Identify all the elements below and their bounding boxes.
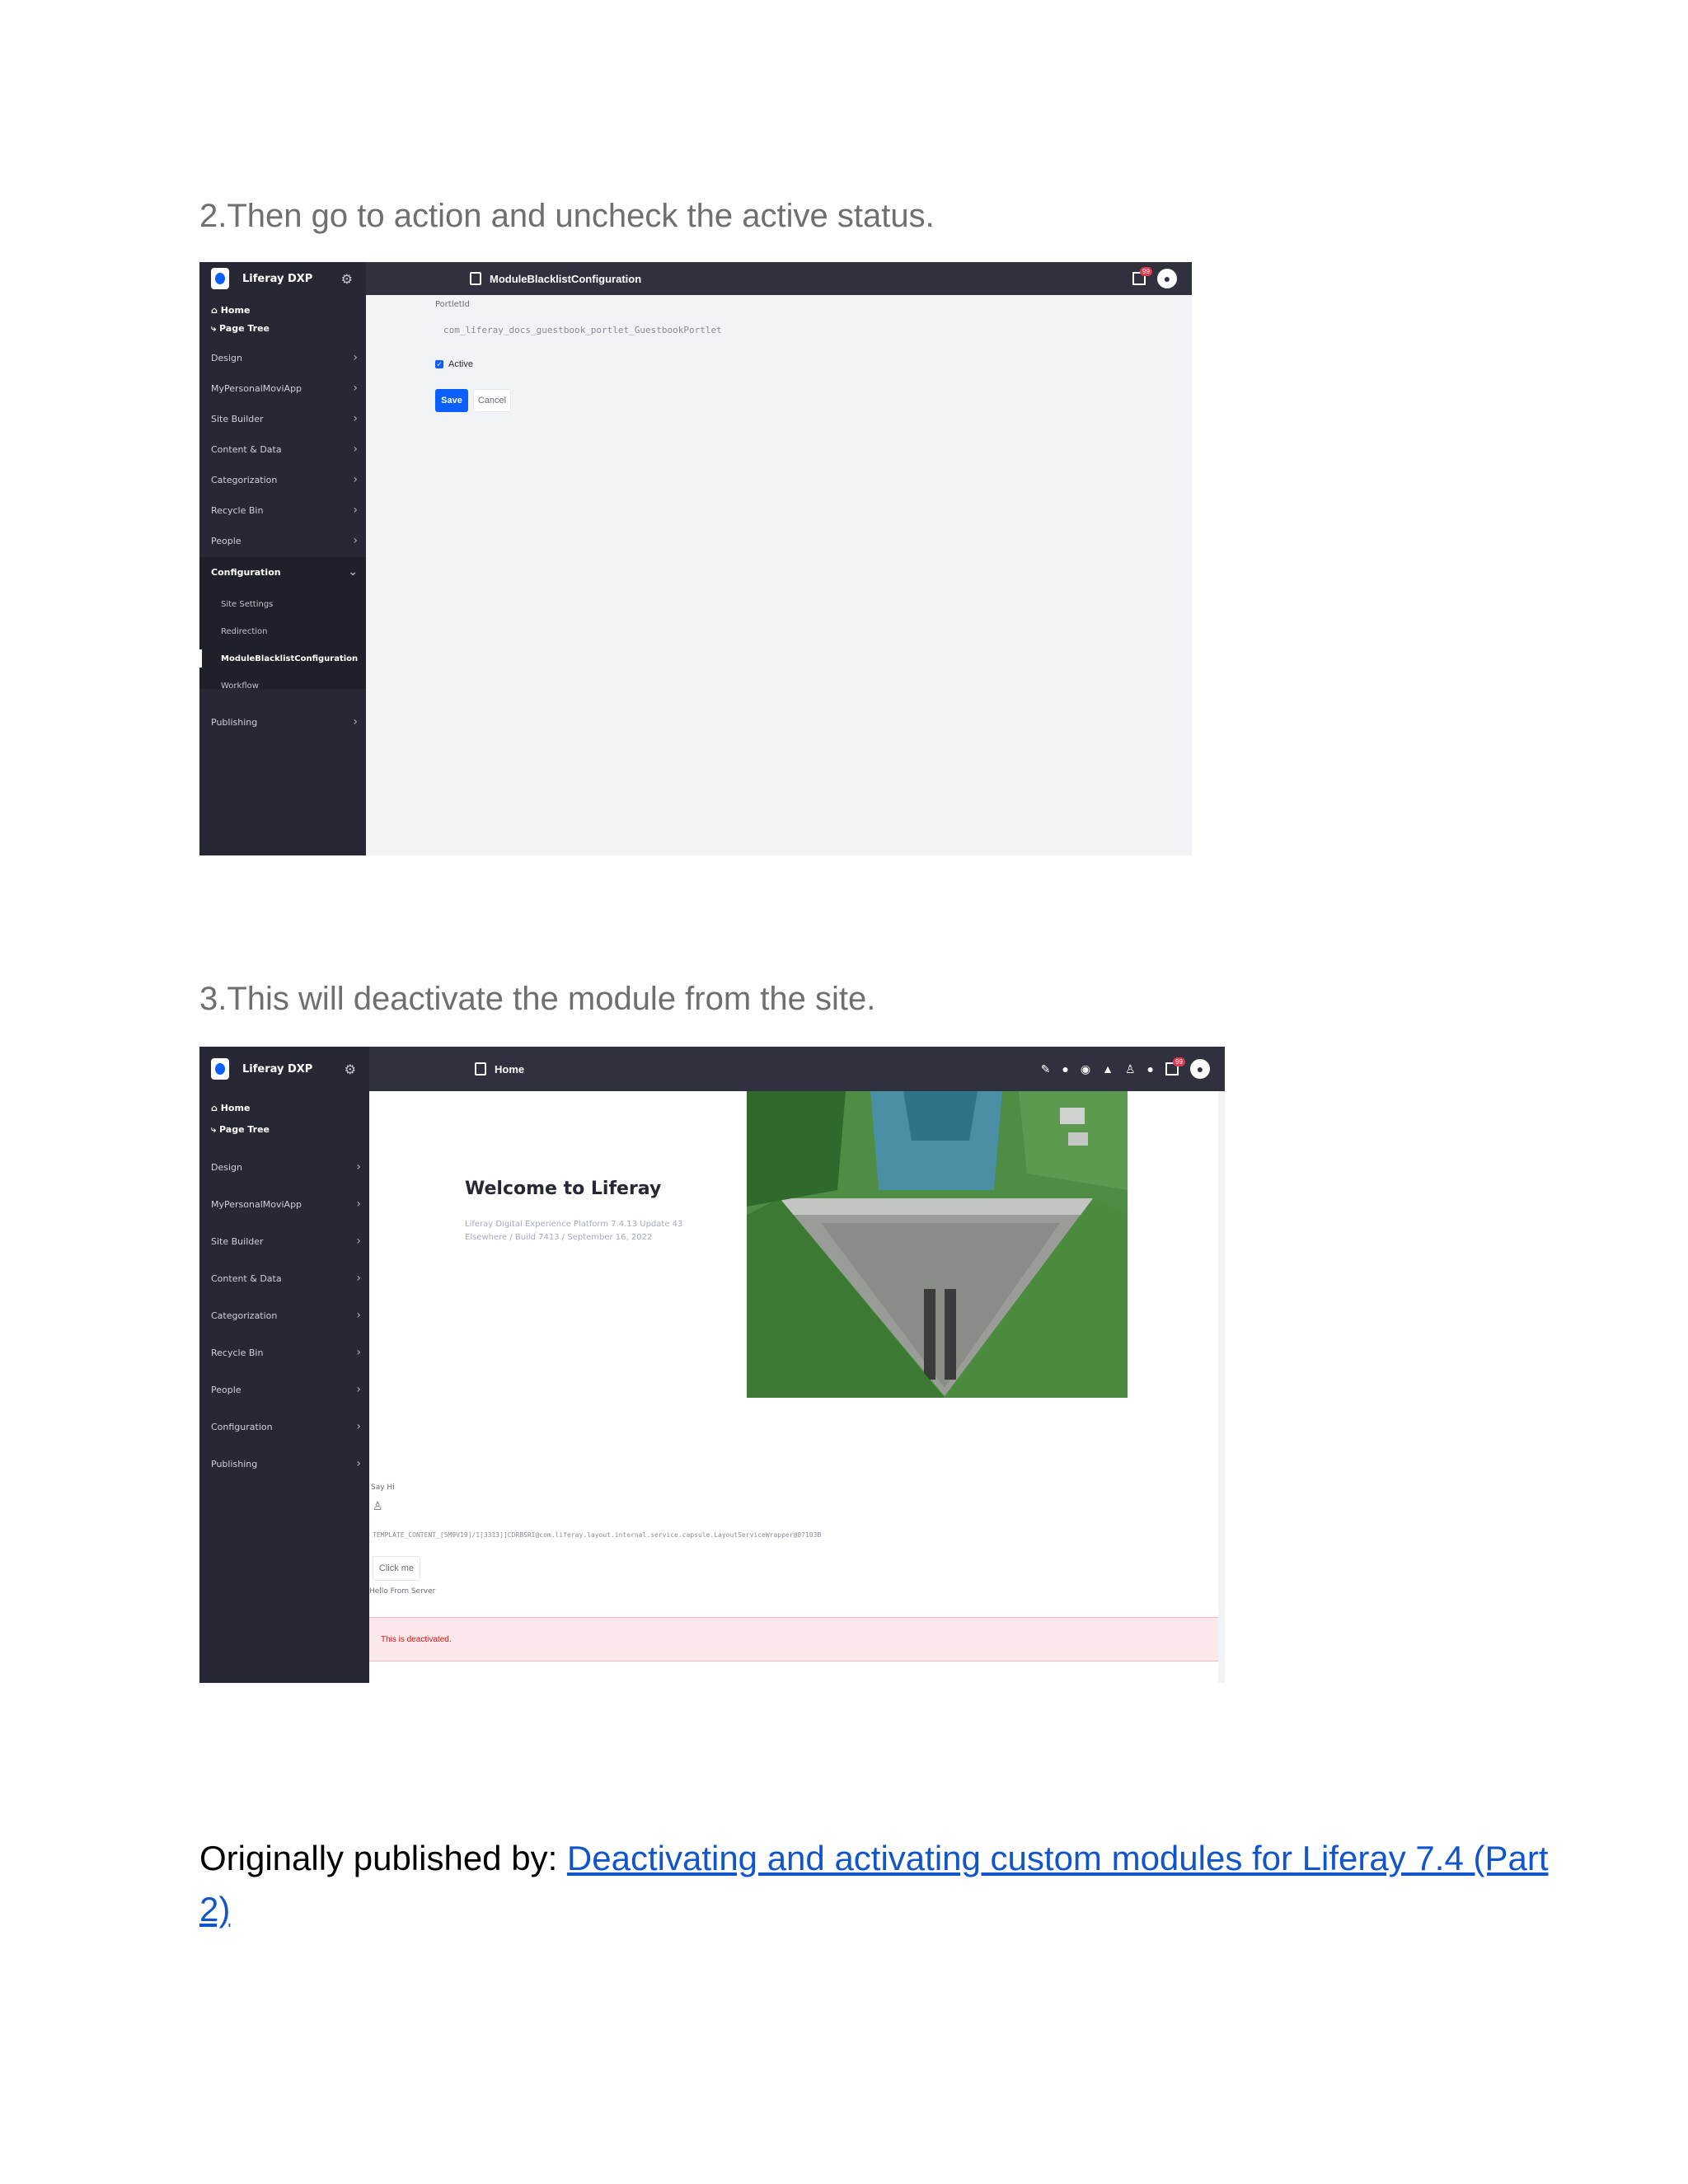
step-2-caption: 2.Then go to action and uncheck the acti… bbox=[199, 198, 935, 234]
sidebar: Liferay DXP ⚙ ⌂ Home ⤷ Page Tree Design ›… bbox=[199, 262, 366, 855]
chevron-right-icon: › bbox=[353, 504, 358, 517]
sidebar-header: Liferay DXP ⚙ bbox=[199, 262, 366, 295]
deactivated-alert: This is deactivated. bbox=[369, 1617, 1218, 1661]
sidebar-item-site-builder[interactable]: Site Builder › bbox=[211, 412, 358, 425]
sidebar-item-configuration[interactable]: Configuration ⌄ bbox=[211, 565, 358, 579]
sidebar-item-design[interactable]: Design › bbox=[211, 1160, 361, 1174]
chevron-right-icon: › bbox=[353, 473, 358, 486]
active-checkbox[interactable]: ✓ Active bbox=[435, 359, 473, 369]
sidebar-item-home[interactable]: ⌂ Home bbox=[211, 305, 358, 316]
chevron-down-icon: ⌄ bbox=[348, 565, 358, 579]
portlet-id-value: com_liferay_docs_guestbook_portlet_Guest… bbox=[443, 325, 722, 335]
product-name: Liferay DXP bbox=[242, 272, 313, 285]
click-me-button[interactable]: Click me bbox=[373, 1556, 420, 1581]
notifications-icon[interactable]: 99 bbox=[1132, 267, 1152, 285]
save-button[interactable]: Save bbox=[435, 389, 468, 412]
active-indicator bbox=[199, 649, 202, 668]
dam-aerial-image bbox=[747, 1091, 1128, 1398]
sidebar-subitem-site-settings[interactable]: Site Settings bbox=[221, 600, 273, 609]
user-icon: ♙ bbox=[373, 1500, 383, 1513]
sidebar-item-mypersonalmoviapp[interactable]: MyPersonalMoviApp › bbox=[211, 1197, 361, 1211]
sidebar-item-content-data[interactable]: Content & Data › bbox=[211, 443, 358, 456]
sidebar: Liferay DXP ⚙ ⌂ Home ⤷ Page Tree Design ›… bbox=[199, 1047, 369, 1683]
alert-text: This is deactivated. bbox=[381, 1634, 452, 1644]
notification-badge: 99 bbox=[1173, 1057, 1185, 1066]
sidebar-item-recycle-bin[interactable]: Recycle Bin › bbox=[211, 1346, 361, 1359]
top-bar: ModuleBlacklistConfiguration 99 ● bbox=[366, 262, 1192, 295]
sidebar-item-page-tree[interactable]: ⤷ Page Tree bbox=[211, 1124, 361, 1136]
edit-icon[interactable]: ✎ bbox=[1041, 1062, 1051, 1076]
notification-badge: 99 bbox=[1140, 267, 1152, 276]
liferay-logo-icon bbox=[211, 268, 229, 289]
portlet-id-label: PortletId bbox=[435, 300, 470, 309]
welcome-version: Liferay Digital Experience Platform 7.4.… bbox=[465, 1220, 683, 1242]
panel-toggle-icon[interactable] bbox=[470, 272, 481, 285]
user-avatar-icon[interactable]: ● bbox=[1190, 1059, 1210, 1079]
step-3-caption: 3.This will deactivate the module from t… bbox=[199, 981, 876, 1017]
chevron-right-icon: › bbox=[356, 1383, 361, 1396]
chevron-right-icon: › bbox=[356, 1272, 361, 1285]
widget-label: Say Hi bbox=[371, 1483, 395, 1492]
dam-photo bbox=[747, 1091, 1128, 1398]
chevron-right-icon: › bbox=[356, 1235, 361, 1248]
chevron-right-icon: › bbox=[356, 1197, 361, 1211]
chevron-right-icon: › bbox=[353, 382, 358, 395]
sidebar-item-people[interactable]: People › bbox=[211, 1383, 361, 1396]
chevron-right-icon: › bbox=[353, 351, 358, 364]
settings-icon[interactable]: ● bbox=[1147, 1062, 1154, 1076]
welcome-title: Welcome to Liferay bbox=[465, 1179, 662, 1199]
checkbox-checked-icon[interactable]: ✓ bbox=[435, 360, 443, 368]
chevron-right-icon: › bbox=[353, 715, 358, 729]
screenshot-module-config: Liferay DXP ⚙ ⌂ Home ⤷ Page Tree Design ›… bbox=[199, 262, 1192, 855]
sidebar-item-categorization[interactable]: Categorization › bbox=[211, 1309, 361, 1322]
user-avatar-icon[interactable]: ● bbox=[1157, 269, 1177, 288]
gear-icon[interactable]: ⚙ bbox=[341, 271, 353, 287]
sidebar-item-home[interactable]: ⌂ Home bbox=[211, 1103, 361, 1113]
notifications-icon[interactable]: 99 bbox=[1165, 1057, 1185, 1076]
template-content-text: TEMPLATE_CONTENT_[5M9V19]/1[3313]]CDRBSR… bbox=[373, 1531, 822, 1539]
sidebar-item-publishing[interactable]: Publishing › bbox=[211, 715, 358, 729]
active-checkbox-label: Active bbox=[448, 359, 473, 369]
widget-footer: Hello From Server bbox=[369, 1587, 436, 1596]
chevron-right-icon: › bbox=[353, 443, 358, 456]
originally-published: Originally published by: Deactivating an… bbox=[199, 1833, 1559, 1935]
chevron-right-icon: › bbox=[356, 1457, 361, 1470]
info-icon[interactable]: ● bbox=[1062, 1062, 1068, 1076]
page-title: Home bbox=[495, 1062, 525, 1076]
sidebar-item-page-tree[interactable]: ⤷ Page Tree bbox=[211, 323, 358, 335]
chevron-right-icon: › bbox=[356, 1309, 361, 1322]
published-prefix: Originally published by: bbox=[199, 1839, 567, 1877]
simulation-icon[interactable]: ◉ bbox=[1081, 1062, 1090, 1076]
page-title: ModuleBlacklistConfiguration bbox=[490, 272, 642, 285]
screenshot-home-deactivated: Liferay DXP ⚙ ⌂ Home ⤷ Page Tree Design ›… bbox=[199, 1047, 1225, 1683]
chevron-right-icon: › bbox=[356, 1420, 361, 1433]
sidebar-item-site-builder[interactable]: Site Builder › bbox=[211, 1235, 361, 1248]
sidebar-item-publishing[interactable]: Publishing › bbox=[211, 1457, 361, 1470]
cancel-button[interactable]: Cancel bbox=[473, 389, 511, 412]
analytics-icon[interactable]: ▲ bbox=[1102, 1062, 1114, 1076]
sidebar-subitem-module-blacklist[interactable]: ModuleBlacklistConfiguration bbox=[221, 654, 358, 663]
chevron-right-icon: › bbox=[353, 412, 358, 425]
chevron-right-icon: › bbox=[356, 1160, 361, 1174]
sidebar-item-recycle-bin[interactable]: Recycle Bin › bbox=[211, 504, 358, 517]
panel-toggle-icon[interactable] bbox=[475, 1062, 486, 1076]
sidebar-item-categorization[interactable]: Categorization › bbox=[211, 473, 358, 486]
sidebar-item-people[interactable]: People › bbox=[211, 534, 358, 547]
sidebar-item-configuration[interactable]: Configuration › bbox=[211, 1420, 361, 1433]
sidebar-item-content-data[interactable]: Content & Data › bbox=[211, 1272, 361, 1285]
user-icon[interactable]: ♙ bbox=[1125, 1062, 1136, 1076]
liferay-logo-icon bbox=[211, 1058, 229, 1080]
sidebar-header: Liferay DXP ⚙ bbox=[199, 1047, 369, 1091]
gear-icon[interactable]: ⚙ bbox=[345, 1062, 356, 1077]
top-bar: Home ✎ ● ◉ ▲ ♙ ● 99 ● bbox=[369, 1047, 1225, 1091]
product-name: Liferay DXP bbox=[242, 1062, 313, 1076]
chevron-right-icon: › bbox=[356, 1346, 361, 1359]
sidebar-subitem-workflow[interactable]: Workflow bbox=[221, 682, 259, 691]
sidebar-subitem-redirection[interactable]: Redirection bbox=[221, 627, 267, 636]
sidebar-item-design[interactable]: Design › bbox=[211, 351, 358, 364]
sidebar-item-mypersonalmoviapp[interactable]: MyPersonalMoviApp › bbox=[211, 382, 358, 395]
chevron-right-icon: › bbox=[353, 534, 358, 547]
